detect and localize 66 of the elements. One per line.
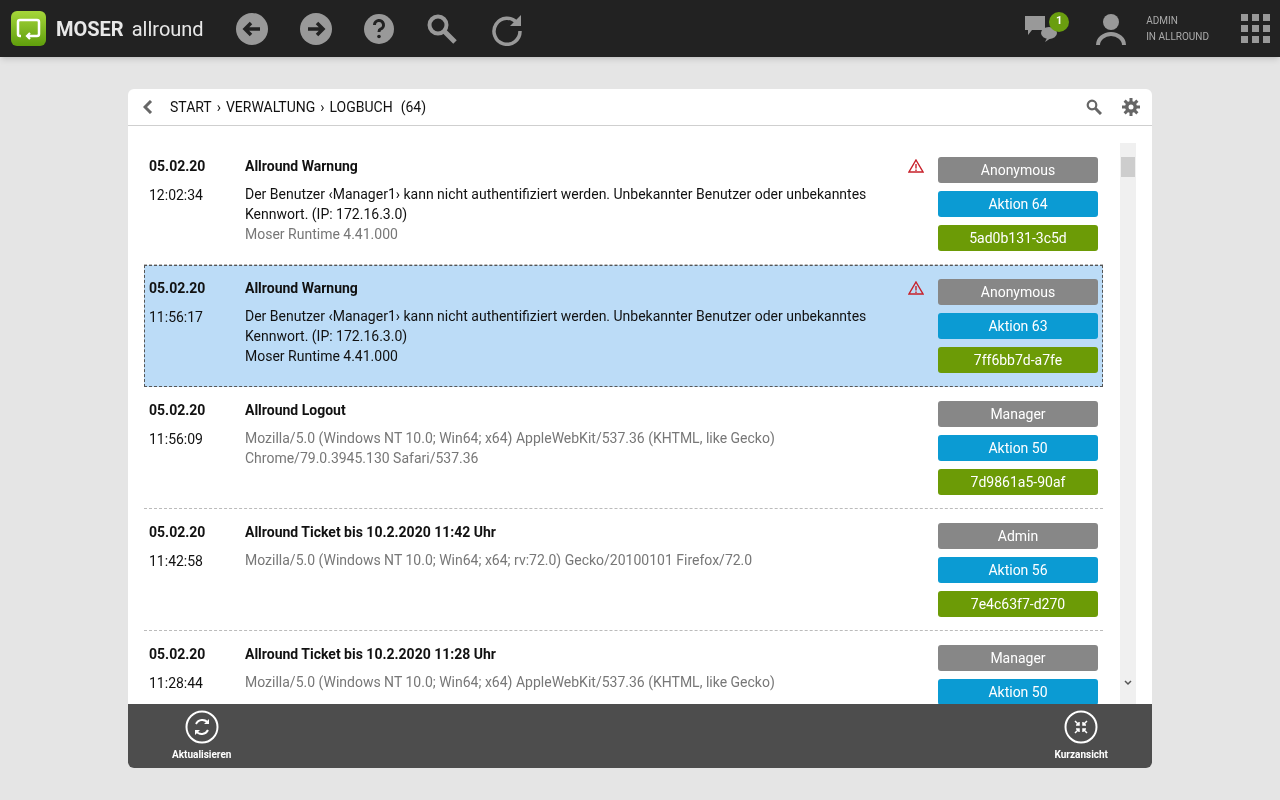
scroll-down-icon[interactable] <box>1124 680 1132 686</box>
breadcrumb-separator: › <box>216 97 221 117</box>
notification-badge: 1 <box>1049 11 1070 32</box>
user-name: ADMIN <box>1146 13 1179 28</box>
entry-message: Der Benutzer ‹Manager1› kann nicht authentifiziert werden. Unbekannter Benutzer oder unbekanntes Kennwort. (IP: 172.16.3.0) <box>245 307 868 346</box>
entry-time: 12:02:34 <box>149 186 204 204</box>
brand-name: allround <box>131 15 204 43</box>
brand-name: MOSER <box>56 15 124 43</box>
breadcrumb-link[interactable]: LOGBUCH <box>329 96 393 118</box>
compact-view-button[interactable]: Kurzansicht <box>1054 710 1108 762</box>
entry-date: 05.02.20 <box>149 157 207 175</box>
entry-message: Der Benutzer ‹Manager1› kann nicht authentifiziert werden. Unbekannter Benutzer oder unbekanntes Kennwort. (IP: 172.16.3.0) <box>245 185 868 224</box>
settings-icon[interactable] <box>1122 98 1140 116</box>
app-logo-icon <box>11 11 46 46</box>
action-tag: Aktion 56 <box>938 557 1098 583</box>
breadcrumb-link[interactable]: VERWALTUNG <box>225 96 316 118</box>
user-tag: Anonymous <box>938 157 1098 183</box>
search-icon[interactable] <box>1086 99 1102 115</box>
id-tag: 7d9861a5-90af <box>938 469 1098 495</box>
entry-title: Allround Logout <box>245 401 347 419</box>
chevron-left-icon[interactable] <box>143 100 153 114</box>
id-tag: 7ff6bb7d-a7fe <box>938 347 1098 373</box>
user-tag: Manager <box>938 401 1098 427</box>
entry-time: 11:28:44 <box>149 674 204 692</box>
collapse-icon <box>1064 710 1099 744</box>
help-icon[interactable] <box>363 13 394 44</box>
scrollbar[interactable] <box>1120 143 1136 704</box>
user-context: IN ALLROUND <box>1146 29 1209 44</box>
entry-message: Mozilla/5.0 (Windows NT 10.0; Win64; x64) AppleWebKit/537.36 (KHTML, like Gecko) <box>245 673 776 692</box>
search-icon[interactable] <box>425 12 458 45</box>
user-avatar-icon[interactable] <box>1095 12 1128 45</box>
entry-title: Allround Ticket bis 10.2.2020 11:28 Uhr <box>245 645 497 663</box>
chat-icon[interactable] <box>1025 15 1058 42</box>
breadcrumb-link[interactable]: START <box>170 96 212 118</box>
action-tag: Aktion 63 <box>938 313 1098 339</box>
refresh-button[interactable]: Aktualisieren <box>172 710 232 762</box>
entry-title: Allround Warnung <box>245 157 359 175</box>
user-tag: Manager <box>938 645 1098 671</box>
action-tag: Aktion 50 <box>938 679 1098 704</box>
entry-time: 11:56:09 <box>149 430 204 448</box>
entry-date: 05.02.20 <box>149 645 207 663</box>
app-grid-icon[interactable] <box>1241 14 1270 43</box>
entry-message: Mozilla/5.0 (Windows NT 10.0; Win64; x64; rv:72.0) Gecko/20100101 Firefox/72.0 <box>245 551 754 570</box>
entry-date: 05.02.20 <box>149 401 207 419</box>
log-entry-row[interactable] <box>144 265 1103 387</box>
scrollbar-thumb[interactable] <box>1121 157 1135 177</box>
log-entry-row[interactable]: 05.02.20 11:56:09 Allround Logout Mozilla/5.0 (Windows NT 10.0; Win64; x64) AppleWebKit/537.36 (KHTML, like Gecko) Chrome/79.0.3945.130 Safari/537.36 Manager Aktion 50 7d9861a5-90af <box>144 387 1103 509</box>
breadcrumb-separator: › <box>320 97 325 117</box>
log-entry-row[interactable]: 05.02.20 11:42:58 Allround Ticket bis 10.2.2020 11:42 Uhr Mozilla/5.0 (Windows NT 10.0; Win64; x64; rv:72.0) Gecko/20100101 Firefox/72.0 Admin Aktion 56 7e4c63f7-d270 <box>144 509 1103 631</box>
entry-title: Allround Warnung <box>245 279 359 297</box>
entry-date: 05.02.20 <box>149 523 207 541</box>
user-tag: Anonymous <box>938 279 1098 305</box>
entry-message: Mozilla/5.0 (Windows NT 10.0; Win64; x64) AppleWebKit/537.36 (KHTML, like Gecko) Chrome/79.0.3945.130 Safari/537.36 <box>245 429 776 468</box>
refresh-icon <box>184 710 219 744</box>
entry-date: 05.02.20 <box>149 279 207 297</box>
id-tag: 7e4c63f7-d270 <box>938 591 1098 617</box>
user-tag: Admin <box>938 523 1098 549</box>
entry-detail: Moser Runtime 4.41.000 <box>245 225 398 244</box>
entry-time: 11:42:58 <box>149 552 204 570</box>
action-tag: Aktion 64 <box>938 191 1098 217</box>
entry-detail: Moser Runtime 4.41.000 <box>245 347 398 366</box>
entry-time: 11:56:17 <box>149 308 204 326</box>
entry-count: (64) <box>400 97 427 117</box>
id-tag: 5ad0b131-3c5d <box>938 225 1098 251</box>
entry-title: Allround Ticket bis 10.2.2020 11:42 Uhr <box>245 523 497 541</box>
action-tag: Aktion 50 <box>938 435 1098 461</box>
